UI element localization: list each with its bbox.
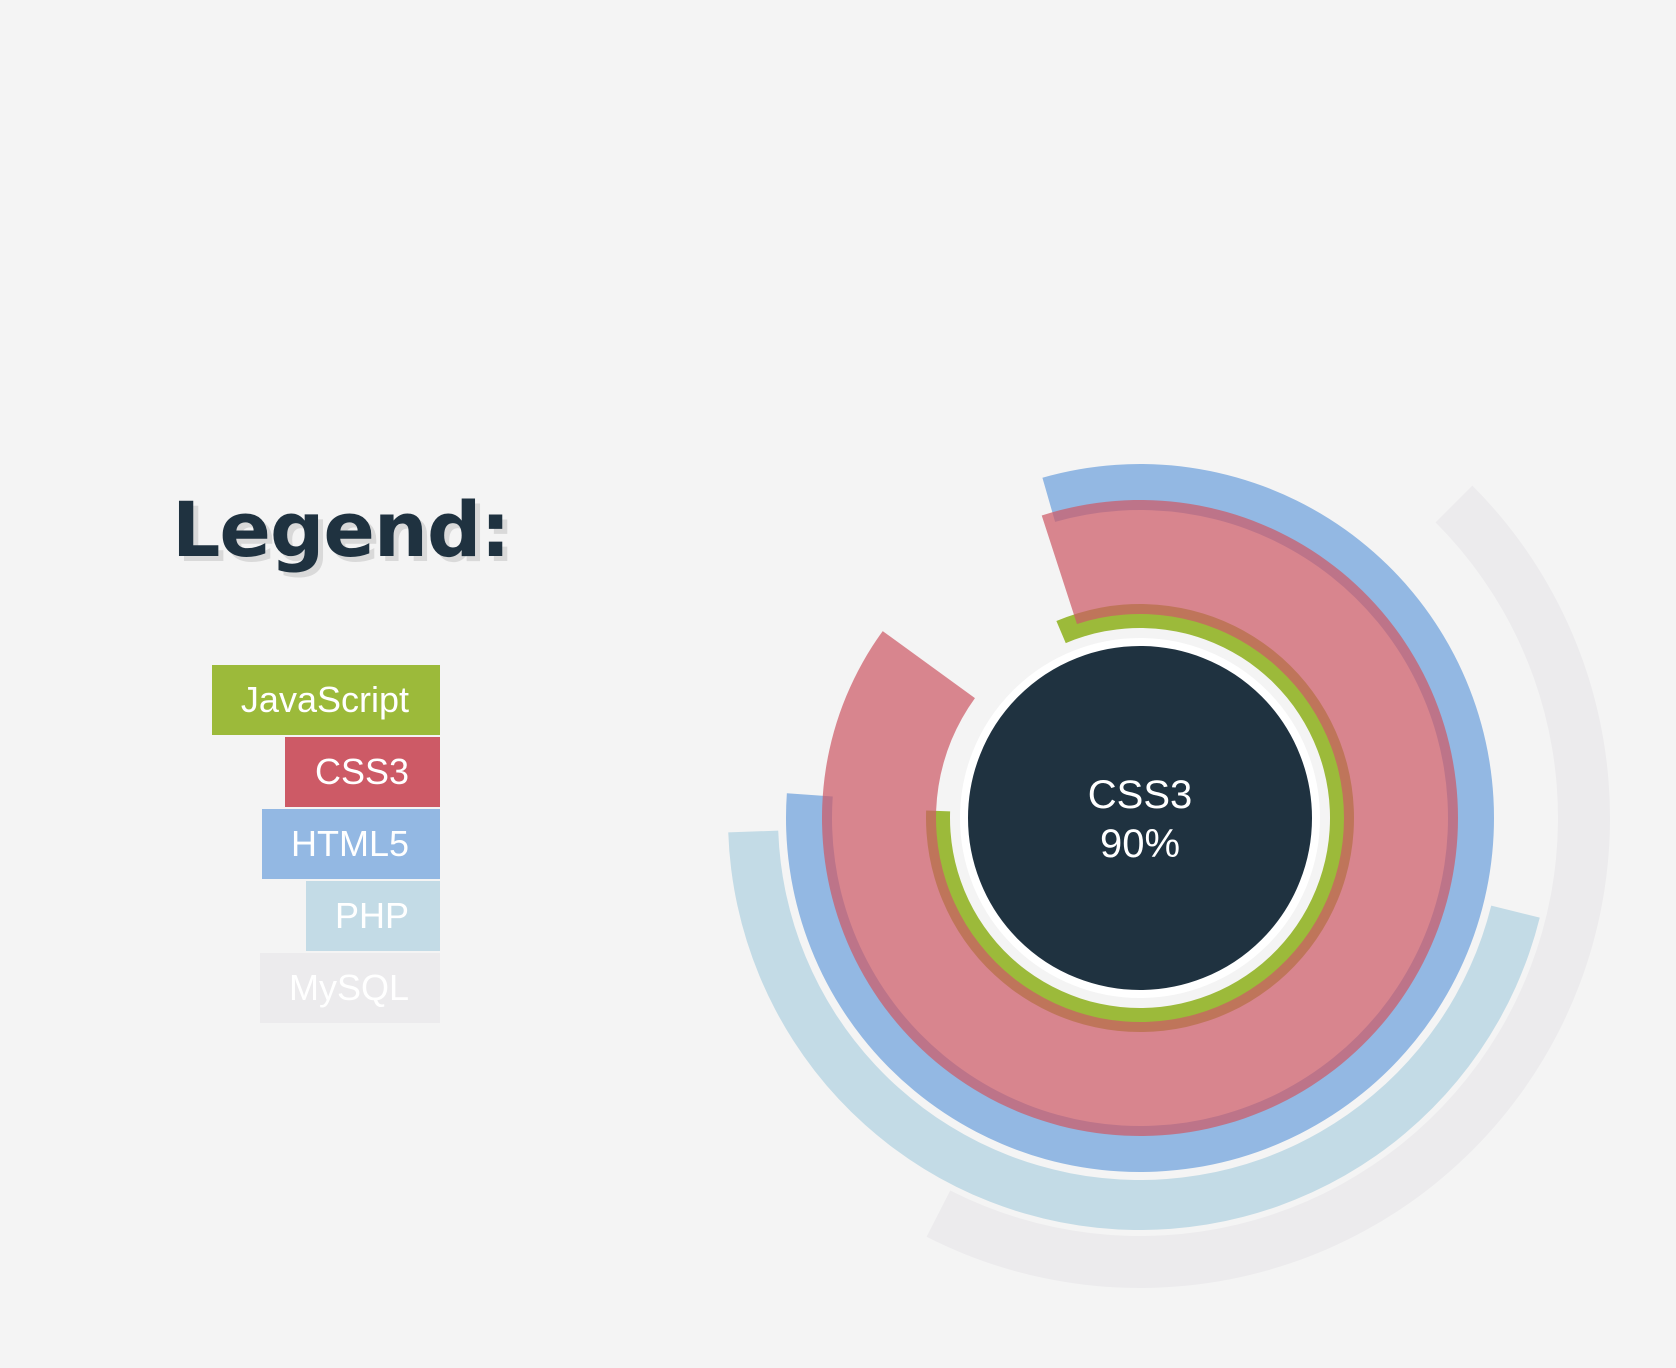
center-series-name: CSS3 <box>1088 773 1193 817</box>
page: Legend: JavaScript CSS3 HTML5 PHP MySQL … <box>0 0 1676 1368</box>
center-series-value: 90% <box>1100 822 1180 866</box>
radial-chart: CSS3 90% <box>728 463 1610 1288</box>
center-circle <box>960 638 1320 998</box>
